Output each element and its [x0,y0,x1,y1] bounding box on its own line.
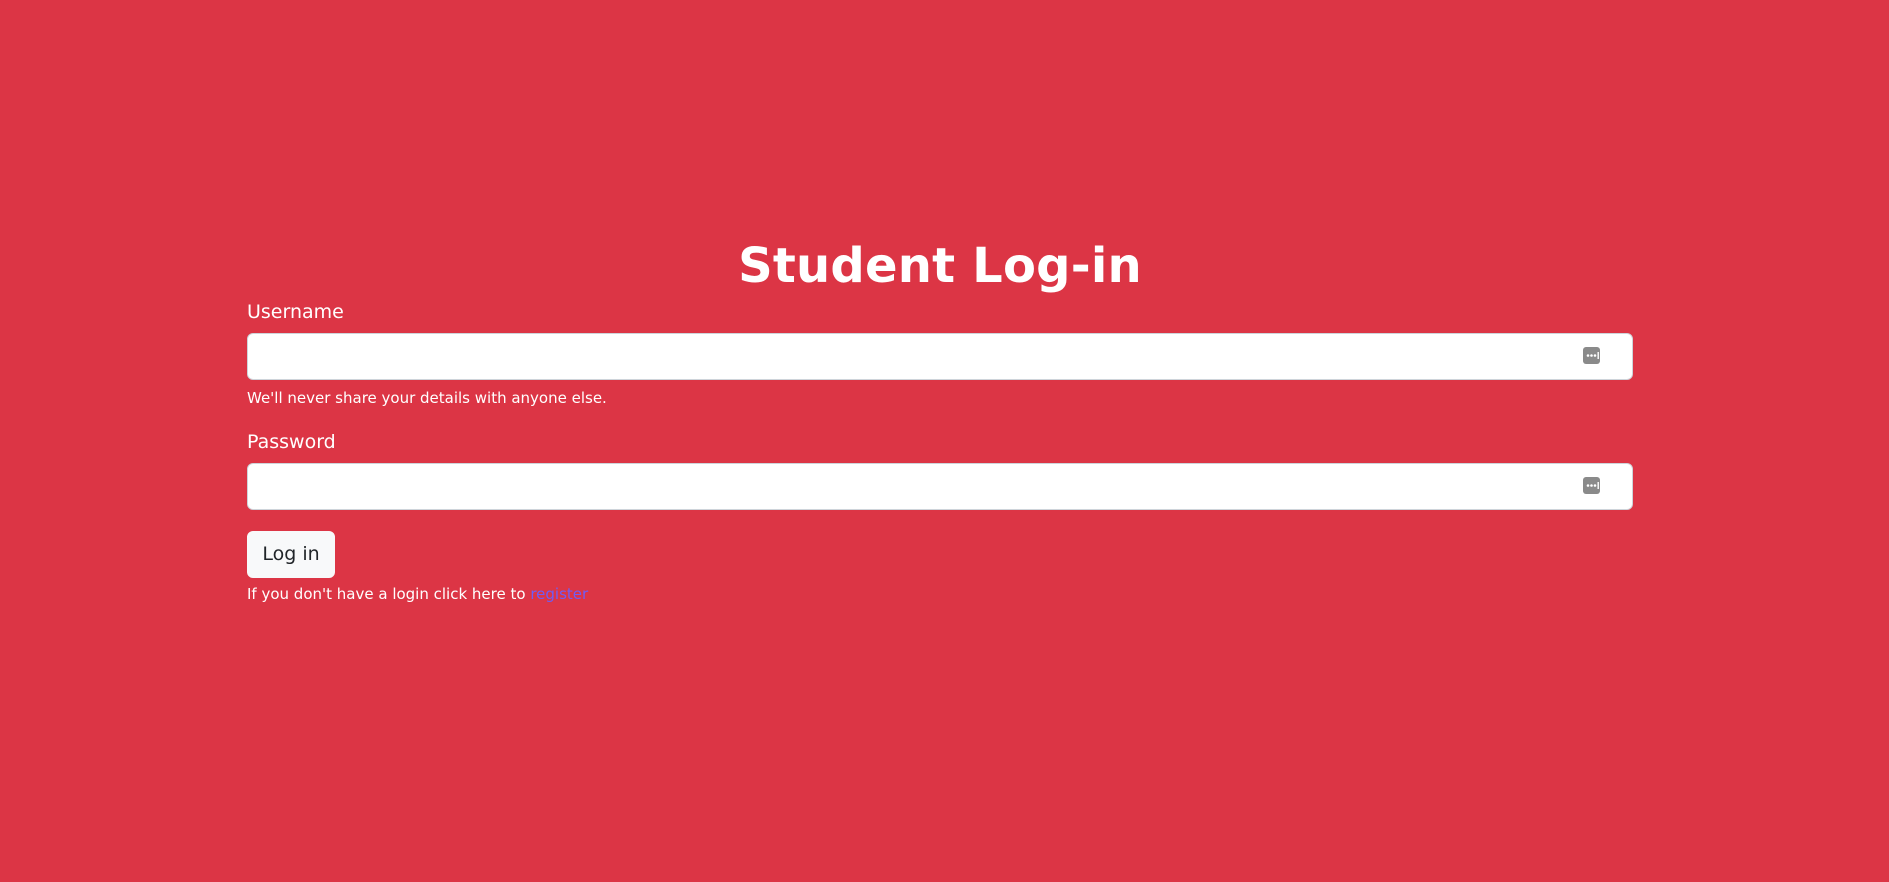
username-field-wrap [247,333,1633,380]
password-field-wrap [247,463,1633,510]
register-prompt-text: If you don't have a login click here to [247,585,531,603]
login-form: Username We'll never share your details … [247,300,1633,604]
password-manager-key-icon[interactable] [1583,346,1602,365]
password-manager-key-icon[interactable] [1583,476,1602,495]
register-prompt: If you don't have a login click here to … [247,584,1633,604]
username-label: Username [247,301,344,323]
register-link[interactable]: register [530,585,588,603]
username-help-text: We'll never share your details with anyo… [247,389,607,407]
login-button[interactable]: Log in [247,531,335,578]
page-title: Student Log-in [738,238,1142,294]
username-input[interactable] [247,333,1633,380]
login-container: Student Log-in Username We'll never shar… [247,234,1633,604]
password-label: Password [247,431,336,453]
password-input[interactable] [247,463,1633,510]
